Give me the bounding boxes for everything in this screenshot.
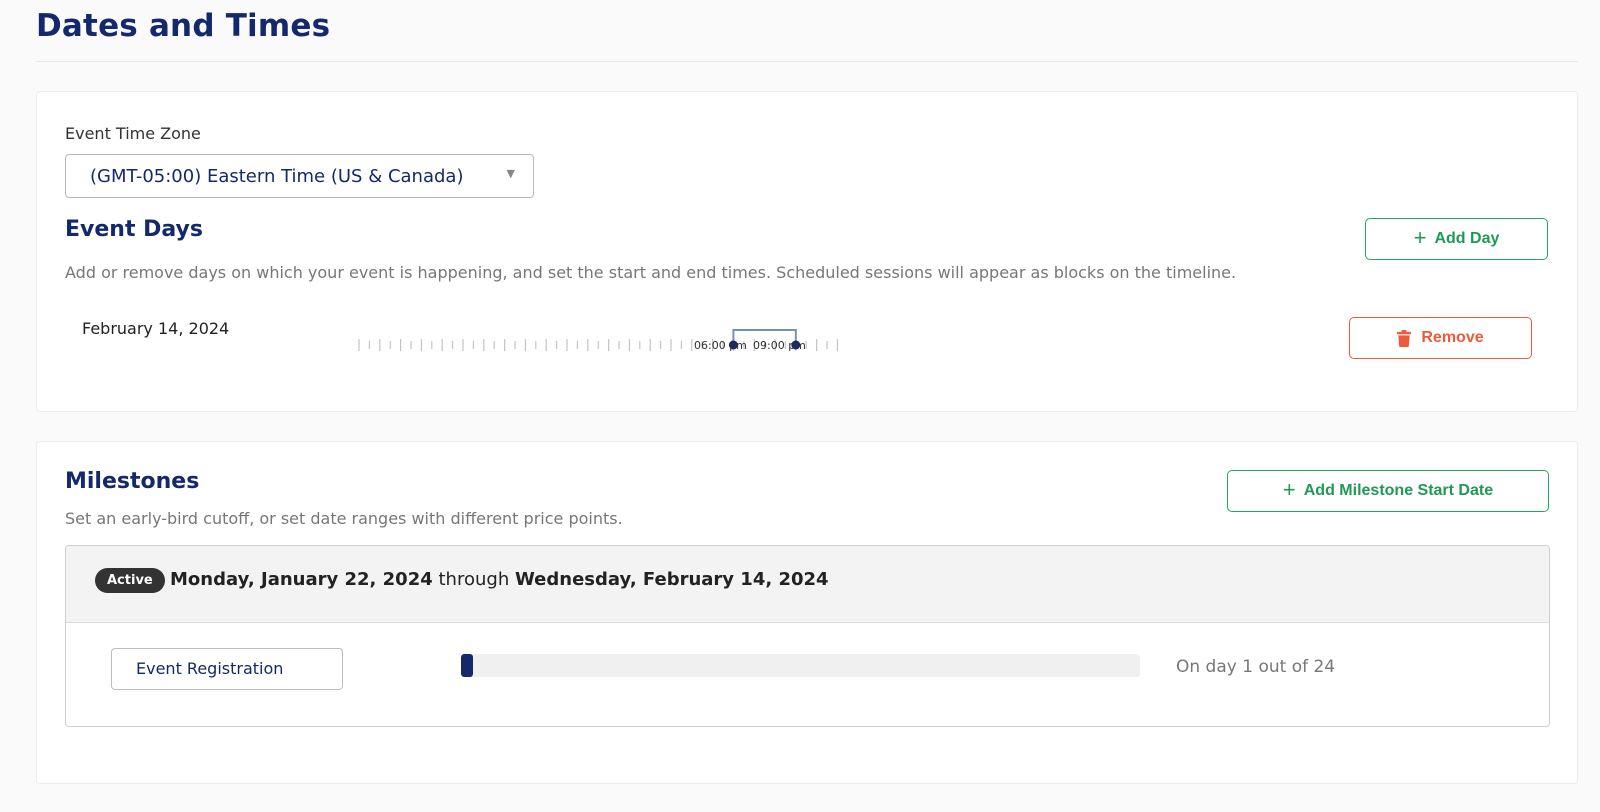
milestones-description: Set an early-bird cutoff, or set date ra… bbox=[65, 509, 623, 528]
milestones-title: Milestones bbox=[65, 469, 200, 494]
add-milestone-label: Add Milestone Start Date bbox=[1303, 482, 1494, 499]
title-divider bbox=[36, 61, 1578, 62]
remove-day-button[interactable]: Remove bbox=[1349, 317, 1532, 359]
event-days-title: Event Days bbox=[65, 217, 203, 242]
timezone-label: Event Time Zone bbox=[65, 124, 201, 143]
end-time-label: 09:00 pm bbox=[753, 339, 806, 352]
milestone-start-date: Monday, January 22, 2024 bbox=[170, 569, 433, 590]
milestone-progress-fill bbox=[461, 654, 474, 677]
event-registration-item[interactable]: Event Registration bbox=[111, 648, 343, 690]
milestone-range-connector: through bbox=[438, 569, 510, 590]
remove-day-label: Remove bbox=[1421, 329, 1484, 346]
milestone-progress-bar bbox=[461, 654, 1140, 677]
timezone-select-value: (GMT-05:00) Eastern Time (US & Canada) bbox=[90, 166, 464, 187]
milestone-range-header: Active Monday, January 22, 2024 through … bbox=[66, 546, 1549, 623]
trash-icon bbox=[1397, 329, 1412, 347]
milestone-range: Active Monday, January 22, 2024 through … bbox=[65, 545, 1550, 727]
milestone-date-range: Monday, January 22, 2024 through Wednesd… bbox=[170, 569, 829, 590]
caret-down-icon: ▼ bbox=[506, 167, 515, 180]
milestone-progress-text: On day 1 out of 24 bbox=[1176, 657, 1336, 677]
milestone-end-date: Wednesday, February 14, 2024 bbox=[514, 569, 829, 590]
add-day-label: Add Day bbox=[1434, 230, 1500, 247]
plus-icon: + bbox=[1413, 225, 1427, 250]
page-title: Dates and Times bbox=[36, 8, 331, 44]
start-time-label: 06:00 pm bbox=[694, 339, 747, 352]
status-badge: Active bbox=[95, 568, 165, 593]
add-milestone-button[interactable]: + Add Milestone Start Date bbox=[1227, 470, 1549, 512]
plus-icon: + bbox=[1282, 477, 1296, 502]
event-day-date: February 14, 2024 bbox=[82, 319, 230, 338]
milestones-card: Milestones Set an early-bird cutoff, or … bbox=[36, 441, 1578, 784]
event-days-card: Event Time Zone (GMT-05:00) Eastern Time… bbox=[36, 91, 1578, 412]
add-day-button[interactable]: + Add Day bbox=[1365, 218, 1548, 260]
timezone-select[interactable]: (GMT-05:00) Eastern Time (US & Canada) ▼ bbox=[65, 154, 534, 198]
event-days-description: Add or remove days on which your event i… bbox=[65, 263, 1237, 282]
